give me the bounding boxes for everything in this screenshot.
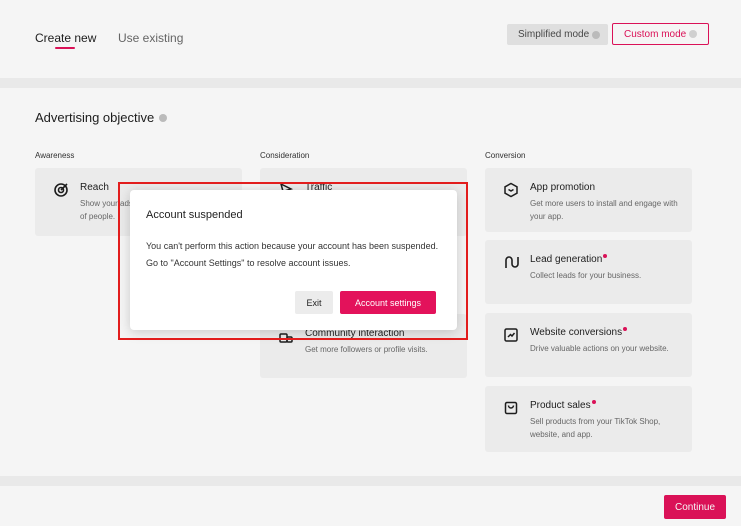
campaign-page: Create new Use existing Simplified mode … <box>0 0 741 526</box>
account-suspended-dialog: Account suspended You can't perform this… <box>130 190 457 330</box>
account-settings-button[interactable]: Account settings <box>340 291 436 314</box>
exit-button[interactable]: Exit <box>295 291 333 314</box>
dialog-message: You can't perform this action because yo… <box>146 241 439 268</box>
dialog-title: Account suspended <box>146 209 243 221</box>
